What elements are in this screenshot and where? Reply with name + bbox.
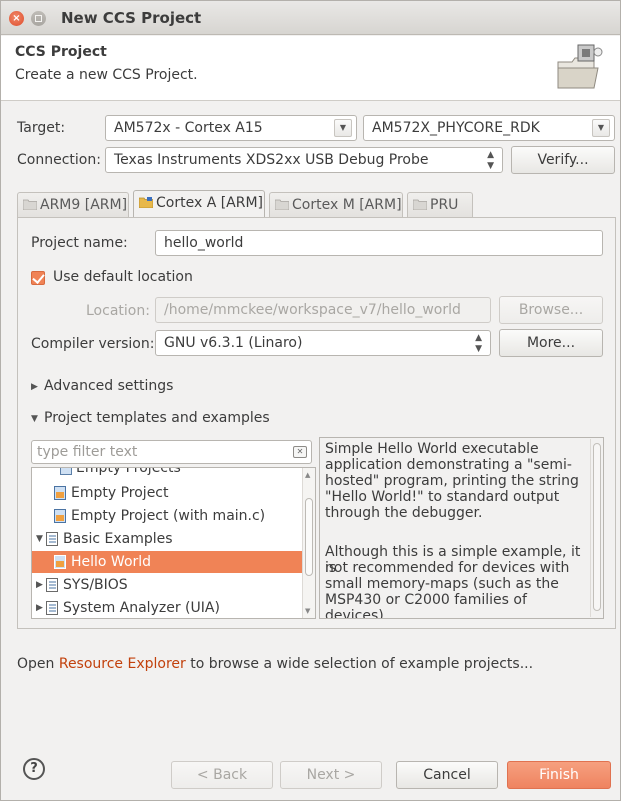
- tab-cortex-a[interactable]: Cortex A [ARM]: [133, 190, 265, 218]
- chevron-right-icon[interactable]: ▶: [36, 597, 43, 618]
- chevron-down-icon[interactable]: ▼: [36, 528, 43, 550]
- project-icon: [60, 468, 72, 475]
- connection-label: Connection:: [17, 152, 101, 168]
- target-label: Target:: [17, 120, 66, 136]
- chevron-down-icon[interactable]: ▼: [31, 414, 38, 424]
- location-label: Location:: [86, 303, 150, 319]
- tree-item-system-analyzer[interactable]: ▶ System Analyzer (UIA): [32, 597, 302, 618]
- wizard-header: CCS Project Create a new CCS Project.: [1, 36, 620, 101]
- window-title: New CCS Project: [61, 9, 202, 27]
- tab-arm9[interactable]: ARM9 [ARM]: [17, 192, 129, 218]
- project-name-input[interactable]: hello_world: [155, 230, 603, 256]
- tree-item-empty-projects[interactable]: Empty Projects: [60, 468, 181, 479]
- scrollbar-thumb[interactable]: [305, 498, 313, 576]
- target-device-value: AM572X_PHYCORE_RDK: [372, 120, 540, 136]
- browse-button[interactable]: Browse...: [499, 296, 603, 324]
- title-bar: × New CCS Project: [1, 1, 620, 35]
- use-default-location-label: Use default location: [53, 269, 193, 285]
- new-project-folder-icon: [557, 44, 603, 89]
- tree-scrollbar[interactable]: ▲ ▼: [302, 468, 315, 618]
- finish-button[interactable]: Finish: [507, 761, 611, 789]
- project-icon: [54, 555, 66, 569]
- description-line: "Hello World!" to standard output: [325, 489, 560, 505]
- compiler-version-combo[interactable]: GNU v6.3.1 (Linaro) ▲ ▼: [155, 330, 491, 356]
- compiler-version-label: Compiler version:: [31, 336, 155, 352]
- description-line: through the debugger.: [325, 505, 483, 521]
- project-name-label: Project name:: [31, 235, 128, 251]
- connection-combo[interactable]: Texas Instruments XDS2xx USB Debug Probe…: [105, 147, 503, 173]
- page-message: Create a new CCS Project.: [15, 67, 198, 83]
- description-line: Simple Hello World executable: [325, 441, 539, 457]
- target-family-combo[interactable]: AM572x - Cortex A15 ▼: [105, 115, 357, 141]
- back-button[interactable]: < Back: [171, 761, 273, 789]
- folder-icon: [275, 199, 289, 210]
- project-icon: [54, 486, 66, 500]
- chevron-down-icon[interactable]: ▼: [334, 119, 352, 137]
- description-line: small memory-maps (such as the: [325, 576, 559, 592]
- close-icon[interactable]: ×: [9, 11, 24, 26]
- maximize-icon[interactable]: [31, 11, 46, 26]
- use-default-location-checkbox[interactable]: [31, 271, 45, 285]
- location-input[interactable]: /home/mmckee/workspace_v7/hello_world: [155, 297, 491, 323]
- next-button[interactable]: Next >: [280, 761, 382, 789]
- tree-item-basic-examples[interactable]: ▼ Basic Examples: [32, 528, 302, 550]
- description-line: hosted" program, printing the string: [325, 473, 579, 489]
- verify-button[interactable]: Verify...: [511, 146, 615, 174]
- updown-arrows-icon: ▲ ▼: [475, 333, 482, 354]
- tree-item-empty-project[interactable]: Empty Project: [54, 482, 294, 504]
- resource-explorer-hint: Open Resource Explorer to browse a wide …: [17, 656, 533, 672]
- page-title: CCS Project: [15, 44, 107, 60]
- description-line: application demonstrating a "semi-: [325, 457, 572, 473]
- tab-cortex-m[interactable]: Cortex M [ARM]: [269, 192, 403, 218]
- target-device-combo[interactable]: AM572X_PHYCORE_RDK ▼: [363, 115, 615, 141]
- tab-pru[interactable]: PRU: [407, 192, 473, 218]
- category-icon: [46, 601, 58, 615]
- tree-item-sys-bios[interactable]: ▶ SYS/BIOS: [32, 574, 302, 596]
- resource-explorer-link[interactable]: Resource Explorer: [59, 656, 186, 672]
- folder-icon: [23, 199, 37, 210]
- clear-filter-icon[interactable]: ✕: [293, 446, 307, 458]
- project-icon: [54, 509, 66, 523]
- dialog-window: × New CCS Project CCS Project Create a n…: [0, 0, 621, 801]
- hint-suffix: to browse a wide selection of example pr…: [185, 656, 534, 672]
- scrollbar-thumb[interactable]: [593, 443, 601, 611]
- chevron-right-icon[interactable]: ▶: [36, 574, 43, 596]
- template-description: Simple Hello World executable applicatio…: [319, 437, 604, 619]
- compiler-version-value: GNU v6.3.1 (Linaro): [164, 335, 303, 351]
- description-line: not recommended for devices with: [325, 560, 570, 576]
- chevron-down-icon[interactable]: ▼: [592, 119, 610, 137]
- project-templates-toggle[interactable]: Project templates and examples: [44, 410, 270, 426]
- template-tree: Empty Projects Empty Project Empty Proje…: [31, 467, 316, 619]
- category-icon: [46, 578, 58, 592]
- connection-value: Texas Instruments XDS2xx USB Debug Probe: [114, 152, 429, 168]
- more-button[interactable]: More...: [499, 329, 603, 357]
- cancel-button[interactable]: Cancel: [396, 761, 498, 789]
- tree-item-hello-world[interactable]: Hello World: [32, 551, 302, 573]
- folder-icon: [139, 197, 153, 208]
- tree-item-empty-project-main[interactable]: Empty Project (with main.c): [54, 505, 304, 527]
- filter-placeholder: type filter text: [37, 444, 138, 460]
- updown-arrows-icon: ▲ ▼: [487, 150, 494, 171]
- category-icon: [46, 532, 58, 546]
- scroll-down-icon[interactable]: ▼: [305, 607, 310, 615]
- help-icon[interactable]: ?: [23, 758, 45, 780]
- chevron-right-icon[interactable]: ▶: [31, 382, 38, 392]
- folder-icon: [413, 199, 427, 210]
- description-scrollbar[interactable]: [590, 439, 602, 617]
- hint-prefix: Open: [17, 656, 59, 672]
- description-line: MSP430 or C2000 families of devices).: [325, 592, 527, 619]
- template-filter-input[interactable]: type filter text ✕: [31, 440, 312, 464]
- advanced-settings-toggle[interactable]: Advanced settings: [44, 378, 173, 394]
- scroll-up-icon[interactable]: ▲: [305, 471, 310, 479]
- target-family-value: AM572x - Cortex A15: [114, 120, 263, 136]
